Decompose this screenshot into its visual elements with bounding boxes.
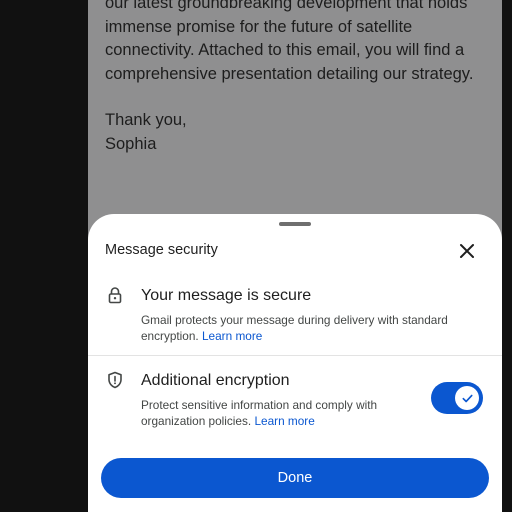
encryption-desc-text: organization policies. <box>141 414 252 428</box>
divider <box>88 355 502 356</box>
close-button[interactable] <box>454 238 480 264</box>
lock-icon <box>108 287 122 304</box>
email-closing: Thank you, <box>105 111 187 129</box>
done-button[interactable]: Done <box>101 458 489 498</box>
email-line: our latest groundbreaking development th… <box>105 0 468 12</box>
secure-desc-text: encryption. <box>141 329 199 343</box>
email-line: comprehensive presentation detailing our… <box>105 64 474 83</box>
phone-screen: our latest groundbreaking development th… <box>88 0 502 512</box>
email-line: immense promise for the future of satell… <box>105 17 413 36</box>
encryption-desc-line-2: organization policies. Learn more <box>141 413 421 429</box>
email-line: connectivity. Attached to this email, yo… <box>105 41 465 59</box>
message-security-sheet: Message security Your message is secure … <box>88 214 502 512</box>
close-icon <box>460 244 474 258</box>
secure-learn-more-link[interactable]: Learn more <box>202 329 262 343</box>
email-signature: Sophia <box>105 134 157 153</box>
secure-desc-line: Gmail protects your message during deliv… <box>141 313 448 327</box>
check-icon <box>461 394 473 402</box>
secure-title: Your message is secure <box>141 287 312 304</box>
encryption-learn-more-link[interactable]: Learn more <box>254 414 314 428</box>
sheet-title: Message security <box>105 242 218 258</box>
encryption-description: Protect sensitive information and comply… <box>141 397 421 429</box>
additional-encryption-toggle[interactable] <box>431 382 483 414</box>
encryption-desc-line: Protect sensitive information and comply… <box>141 398 378 412</box>
drag-handle[interactable] <box>279 222 311 226</box>
toggle-knob <box>455 386 479 410</box>
email-body: our latest groundbreaking development th… <box>105 0 495 156</box>
shield-icon <box>108 371 122 389</box>
secure-desc-line-2: encryption. Learn more <box>141 328 481 344</box>
secure-description: Gmail protects your message during deliv… <box>141 312 481 344</box>
encryption-title: Additional encryption <box>141 372 290 389</box>
